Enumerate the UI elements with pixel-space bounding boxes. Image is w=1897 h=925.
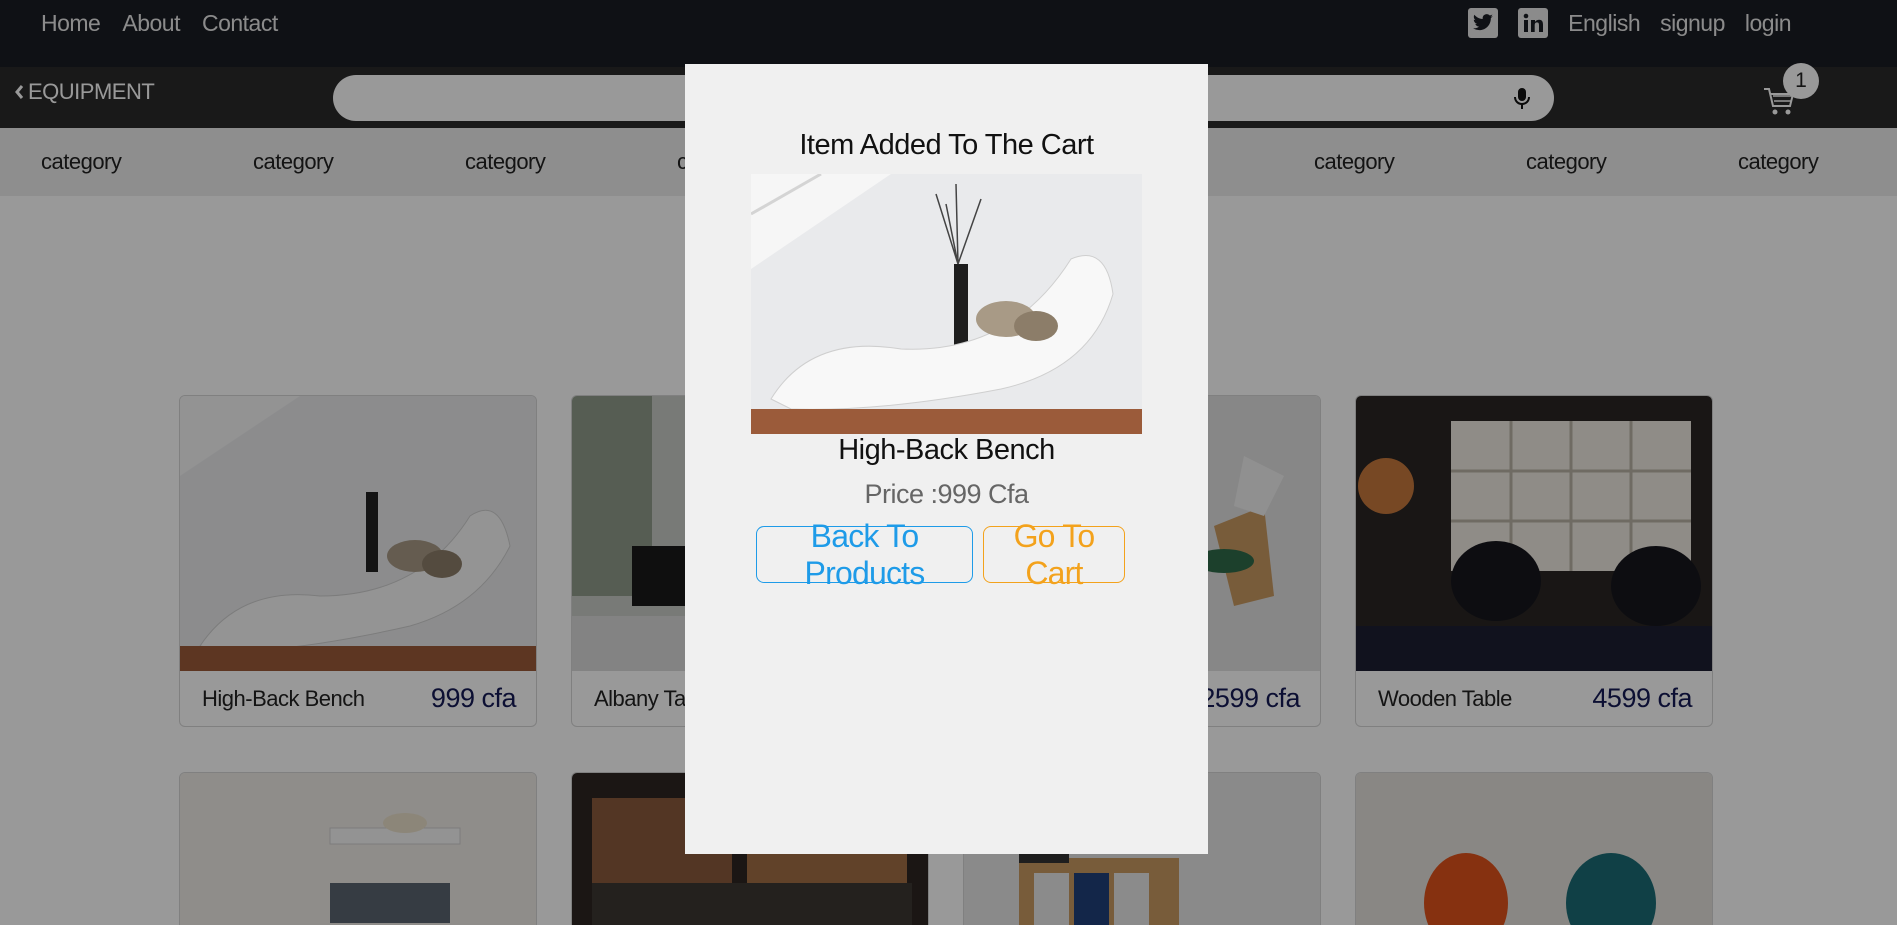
added-to-cart-modal: Item Added To The Cart High-Back Bench P… (685, 64, 1208, 854)
modal-product-price: Price :999 Cfa (864, 479, 1029, 509)
modal-title: Item Added To The Cart (799, 129, 1094, 161)
go-to-cart-button[interactable]: Go To Cart (983, 518, 1125, 591)
modal-product-image (751, 174, 1142, 434)
modal-product-name: High-Back Bench (838, 434, 1055, 466)
back-to-products-button[interactable]: Back To Products (756, 518, 973, 591)
